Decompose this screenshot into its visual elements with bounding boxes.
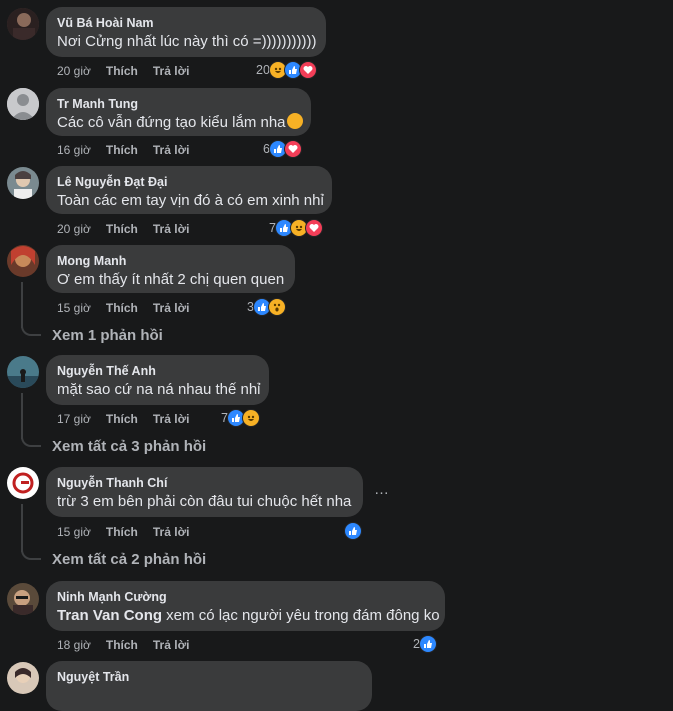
- comment-text: Các cô vẫn đứng tạo kiểu lắm nha: [57, 113, 303, 133]
- avatar[interactable]: [7, 662, 39, 694]
- reaction-summary[interactable]: 20: [256, 60, 317, 80]
- view-replies-link[interactable]: Xem 1 phản hồi: [52, 326, 163, 346]
- comment-meta: 18 giờ Thích Trả lời: [57, 637, 204, 653]
- comment-meta: 17 giờ Thích Trả lời: [57, 411, 204, 427]
- reply-button[interactable]: Trả lời: [153, 63, 190, 79]
- reaction-summary[interactable]: 6: [263, 139, 302, 159]
- thread-line: [21, 393, 23, 439]
- like-button[interactable]: Thích: [106, 142, 138, 158]
- love-reaction-icon: [283, 140, 302, 158]
- avatar[interactable]: [7, 88, 39, 120]
- comment-meta: 16 giờ Thích Trả lời: [57, 142, 204, 158]
- reply-button[interactable]: Trả lời: [153, 524, 190, 540]
- comment-meta: 15 giờ Thích Trả lời: [57, 300, 204, 316]
- haha-reaction-icon: [241, 409, 260, 427]
- thread-line: [21, 282, 23, 328]
- like-button[interactable]: Thích: [106, 524, 138, 540]
- avatar-image: [7, 8, 39, 40]
- avatar[interactable]: [7, 583, 39, 615]
- comment-bubble: Tr Manh Tung Các cô vẫn đứng tạo kiểu lắ…: [46, 88, 311, 136]
- comment-text: Nơi Cửng nhất lúc này thì có =))))))))))…: [57, 33, 317, 50]
- avatar[interactable]: [7, 8, 39, 40]
- like-button[interactable]: Thích: [106, 411, 138, 427]
- comment-text-body: xem có lạc người yêu trong đám đông ko: [162, 607, 440, 624]
- avatar[interactable]: [7, 245, 39, 277]
- avatar-image: [7, 167, 39, 199]
- avatar-image: [7, 662, 39, 694]
- timestamp[interactable]: 15 giờ: [57, 300, 91, 316]
- timestamp[interactable]: 20 giờ: [57, 63, 91, 79]
- avatar-image: [7, 583, 39, 615]
- default-avatar-icon: [7, 88, 39, 120]
- comment-meta: 20 giờ Thích Trả lời: [57, 63, 204, 79]
- reply-button[interactable]: Trả lời: [153, 637, 190, 653]
- reply-button[interactable]: Trả lời: [153, 142, 190, 158]
- comment-bubble: Nguyễn Thế Anh mặt sao cứ na ná nhau thế…: [46, 355, 269, 405]
- avatar[interactable]: [7, 167, 39, 199]
- comment-author[interactable]: Nguyễn Thế Anh: [57, 363, 257, 379]
- comment-bubble: Ninh Mạnh Cường Tran Van Cong xem có lạc…: [46, 581, 445, 631]
- reply-button[interactable]: Trả lời: [153, 411, 190, 427]
- comment-author[interactable]: Lê Nguyễn Đạt Đại: [57, 174, 320, 190]
- view-replies-link[interactable]: Xem tất cả 3 phản hồi: [52, 437, 206, 457]
- timestamp[interactable]: 15 giờ: [57, 524, 91, 540]
- reaction-summary[interactable]: [344, 521, 362, 541]
- timestamp[interactable]: 20 giờ: [57, 221, 91, 237]
- thread-connector: [21, 550, 41, 560]
- mention-link[interactable]: Tran Van Cong: [57, 607, 162, 624]
- love-reaction-icon: [304, 219, 323, 237]
- reaction-summary[interactable]: 7: [269, 218, 323, 238]
- comment-bubble: Vũ Bá Hoài Nam Nơi Cửng nhất lúc này thì…: [46, 7, 326, 57]
- thread-line: [21, 504, 23, 552]
- love-reaction-icon: [298, 61, 317, 79]
- comment-author[interactable]: Nguyệt Trần: [57, 669, 360, 685]
- comment-text-body: Các cô vẫn đứng tạo kiểu lắm nha: [57, 114, 286, 131]
- timestamp[interactable]: 16 giờ: [57, 142, 91, 158]
- comment-meta: 20 giờ Thích Trả lời: [57, 221, 204, 237]
- thread-connector: [21, 437, 41, 447]
- like-reaction-icon: [418, 635, 437, 653]
- comment-author[interactable]: Mong Manh: [57, 253, 283, 269]
- comment-author[interactable]: Tr Manh Tung: [57, 96, 299, 112]
- laughing-emoji-icon: [286, 113, 303, 129]
- view-replies-link[interactable]: Xem tất cả 2 phản hồi: [52, 550, 206, 570]
- comment-text: Tran Van Cong xem có lạc người yêu trong…: [57, 606, 440, 626]
- avatar-image: [7, 467, 39, 499]
- reaction-count: 20: [256, 63, 270, 77]
- like-reaction-icon: [344, 522, 362, 540]
- comment-text: mặt sao cứ na ná nhau thế nhỉ: [57, 381, 261, 398]
- comment-bubble: Mong Manh Ơ em thấy ít nhất 2 chị quen q…: [46, 245, 295, 293]
- more-options-icon[interactable]: …: [374, 481, 390, 498]
- comment-bubble: Nguyễn Thanh Chí trừ 3 em bên phải còn đ…: [46, 467, 363, 517]
- comment-meta: 15 giờ Thích Trả lời: [57, 524, 204, 540]
- reaction-summary[interactable]: 3: [247, 297, 286, 317]
- comment-author[interactable]: Ninh Mạnh Cường: [57, 589, 433, 605]
- comment-text: trừ 3 em bên phải còn đâu tui chuộc hết …: [57, 493, 352, 510]
- comment-bubble: Lê Nguyễn Đạt Đại Toàn các em tay vịn đó…: [46, 166, 332, 214]
- reply-button[interactable]: Trả lời: [153, 300, 190, 316]
- comment-text: Toàn các em tay vịn đó à có em xinh nhỉ: [57, 192, 324, 209]
- like-button[interactable]: Thích: [106, 221, 138, 237]
- reaction-summary[interactable]: 2: [413, 634, 437, 654]
- reaction-summary[interactable]: 7: [221, 408, 260, 428]
- timestamp[interactable]: 18 giờ: [57, 637, 91, 653]
- comment-author[interactable]: Vũ Bá Hoài Nam: [57, 15, 314, 31]
- comment-text: Ơ em thấy ít nhất 2 chị quen quen: [57, 271, 285, 288]
- like-button[interactable]: Thích: [106, 63, 138, 79]
- like-button[interactable]: Thích: [106, 637, 138, 653]
- wow-reaction-icon: [267, 298, 286, 316]
- avatar[interactable]: [7, 467, 39, 499]
- avatar-image: [7, 245, 39, 277]
- comment-bubble: Nguyệt Trần: [46, 661, 372, 711]
- timestamp[interactable]: 17 giờ: [57, 411, 91, 427]
- avatar-image: [7, 356, 39, 388]
- thread-connector: [21, 326, 41, 336]
- reply-button[interactable]: Trả lời: [153, 221, 190, 237]
- avatar[interactable]: [7, 356, 39, 388]
- like-button[interactable]: Thích: [106, 300, 138, 316]
- comment-author[interactable]: Nguyễn Thanh Chí: [57, 475, 351, 491]
